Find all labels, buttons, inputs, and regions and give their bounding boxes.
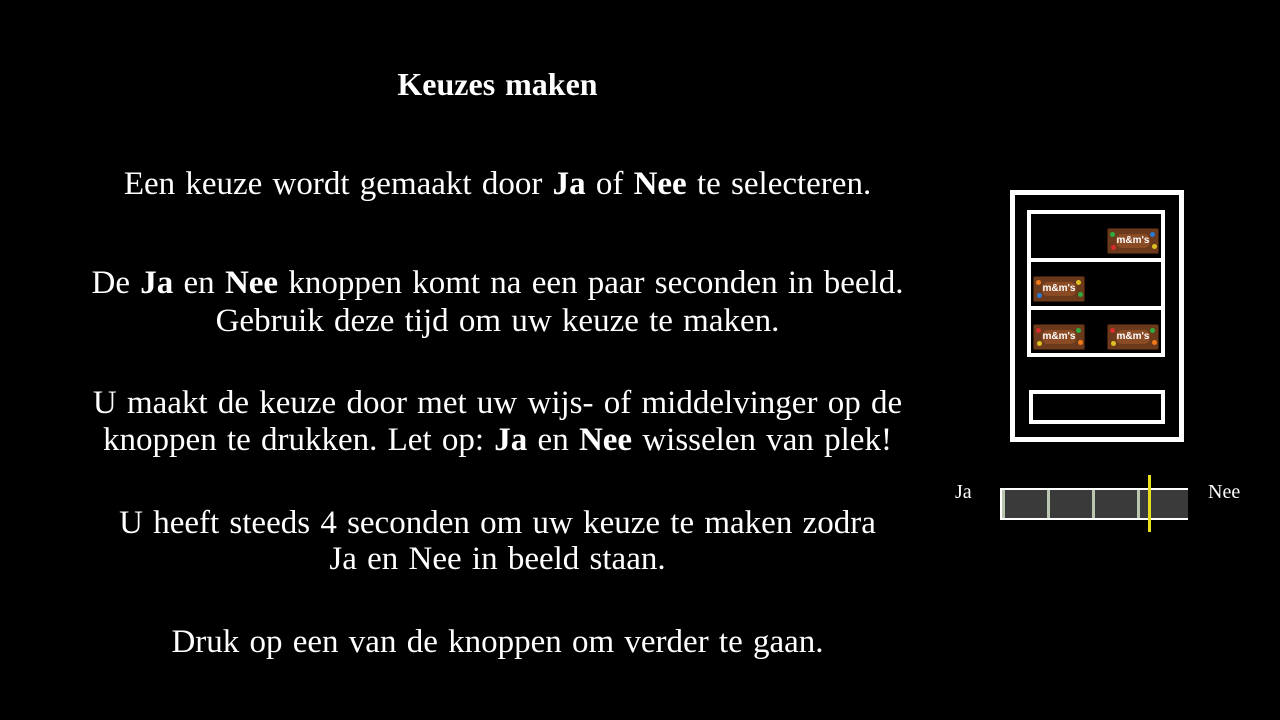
- candy-dot: [1111, 245, 1116, 250]
- timer-bar: [1000, 488, 1188, 520]
- paragraph-2-line-2: Gebruik deze tijd om uw keuze te maken.: [215, 303, 780, 339]
- paragraph-1-line-1: Een keuze wordt gemaakt door Ja of Nee t…: [123, 166, 872, 202]
- timer-segment: [1137, 490, 1140, 518]
- candy-pack: m&m's: [1033, 276, 1085, 302]
- candy-dot: [1076, 328, 1081, 333]
- shelf-row-2: m&m's: [1031, 262, 1161, 310]
- candy-label: m&m's: [1116, 234, 1150, 248]
- bold-term: Nee: [633, 166, 687, 202]
- choice-indicator: [1148, 475, 1151, 532]
- paragraph-3-line-1: U maakt de keuze door met uw wijs- of mi…: [92, 385, 903, 421]
- candy-dot: [1152, 244, 1157, 249]
- paragraph-5-line-1: Druk op een van de knoppen om verder te …: [171, 624, 824, 660]
- candy-dot: [1110, 328, 1115, 333]
- candy-label: m&m's: [1042, 282, 1076, 296]
- candy-dot: [1078, 292, 1083, 297]
- bold-term: Ja: [494, 422, 528, 458]
- candy-dot: [1076, 280, 1081, 285]
- candy-dot: [1111, 341, 1116, 346]
- candy-dot: [1036, 328, 1041, 333]
- timer-segment: [1092, 490, 1095, 518]
- candy-label: m&m's: [1042, 330, 1076, 344]
- candy-dot: [1152, 340, 1157, 345]
- shelf-row-3: m&m's m&m's: [1031, 310, 1161, 354]
- candy-dot: [1150, 232, 1155, 237]
- candy-pack: m&m's: [1107, 228, 1159, 254]
- bold-term: Ja: [552, 166, 586, 202]
- candy-dot: [1037, 341, 1042, 346]
- candy-dot: [1037, 293, 1042, 298]
- candy-label: m&m's: [1116, 330, 1150, 344]
- candy-pack: m&m's: [1033, 324, 1085, 350]
- timer-segment: [1047, 490, 1050, 518]
- shelf-row-1: m&m's: [1031, 214, 1161, 262]
- paragraph-4-line-2: Ja en Nee in beeld staan.: [329, 541, 666, 577]
- paragraph-3-line-2: knoppen te drukken. Let op: Ja en Nee wi…: [103, 422, 892, 458]
- timer-segment: [1002, 490, 1005, 518]
- candy-pack: m&m's: [1107, 324, 1159, 350]
- nee-label: Nee: [1208, 481, 1241, 503]
- candy-dot: [1036, 280, 1041, 285]
- bold-term: Nee: [224, 265, 279, 301]
- bold-term: Ja: [140, 265, 174, 301]
- dispense-tray: [1029, 390, 1165, 424]
- candy-dot: [1078, 340, 1083, 345]
- slide-title: Keuzes maken: [397, 66, 598, 102]
- paragraph-4-line-1: U heeft steeds 4 seconden om uw keuze te…: [119, 505, 876, 541]
- bold-term: Nee: [578, 422, 633, 458]
- ja-label: Ja: [955, 481, 972, 503]
- vending-machine: m&m's m&m's m&m's m&m's: [1010, 190, 1184, 442]
- paragraph-2-line-1: De Ja en Nee knoppen komt na een paar se…: [91, 265, 904, 301]
- candy-dot: [1110, 232, 1115, 237]
- vending-shelves: m&m's m&m's m&m's m&m's: [1027, 210, 1165, 357]
- candy-dot: [1150, 328, 1155, 333]
